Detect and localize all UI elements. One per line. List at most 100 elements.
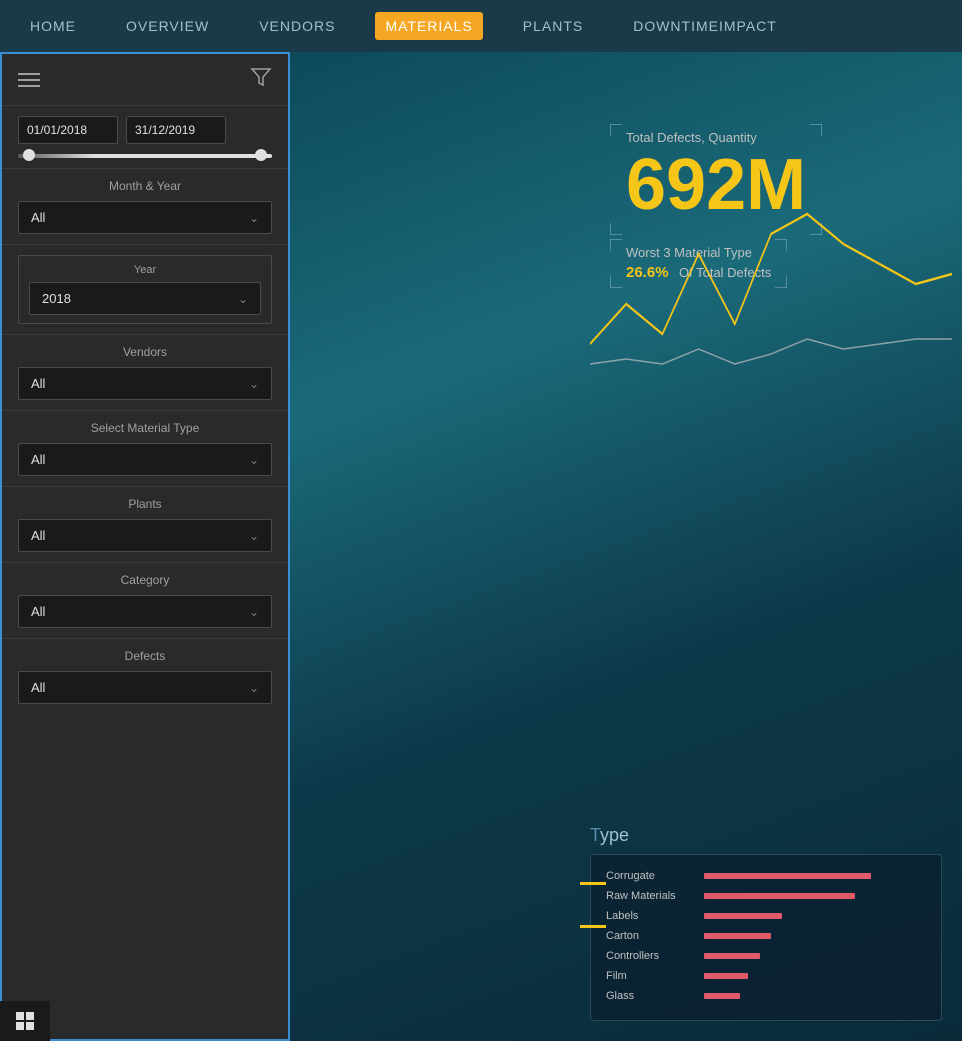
win-logo-q2 <box>26 1012 34 1020</box>
bar-track-labels <box>704 913 926 919</box>
bracket-tr <box>802 124 822 144</box>
main-content: Total Defects, Quantity 692M Worst 3 Mat… <box>580 104 962 1041</box>
filter-select-month-year[interactable]: All ⌄ <box>18 201 272 234</box>
chevron-vendors: ⌄ <box>249 377 259 391</box>
kpi-total-label: Total Defects, Quantity <box>626 130 806 145</box>
chevron-material: ⌄ <box>249 453 259 467</box>
bar-fill-raw <box>704 893 855 899</box>
chevron-plants: ⌄ <box>249 529 259 543</box>
filter-select-vendors[interactable]: All ⌄ <box>18 367 272 400</box>
hamburger-button[interactable] <box>18 73 40 87</box>
filter-label-month-year: Month & Year <box>18 179 272 193</box>
filter-value-material: All <box>31 452 45 467</box>
bar-fill-controllers <box>704 953 760 959</box>
filter-section-year: Year 2018 ⌄ <box>2 244 288 334</box>
filter-section-material: Select Material Type All ⌄ <box>2 410 288 486</box>
bar-row-carton: Carton <box>606 930 926 942</box>
windows-logo <box>16 1012 34 1030</box>
bar-chart-title: Type <box>590 825 942 846</box>
filter-value-defects: All <box>31 680 45 695</box>
filter-section-category: Category All ⌄ <box>2 562 288 638</box>
filter-inner-label-year: Year <box>29 264 261 276</box>
nav-vendors[interactable]: Vendors <box>249 12 345 40</box>
bar-fill-labels <box>704 913 782 919</box>
filter-select-category[interactable]: All ⌄ <box>18 595 272 628</box>
filter-label-plants: Plants <box>18 497 272 511</box>
line-chart <box>590 164 952 384</box>
filter-select-material[interactable]: All ⌄ <box>18 443 272 476</box>
bar-chart-container: Corrugate Raw Materials Labels <box>590 854 942 1021</box>
sidebar-header <box>2 54 288 106</box>
filter-section-defects: Defects All ⌄ <box>2 638 288 714</box>
filter-section-vendors: Vendors All ⌄ <box>2 334 288 410</box>
bar-row-labels: Labels <box>606 910 926 922</box>
bar-row-controllers: Controllers <box>606 950 926 962</box>
filter-label-defects: Defects <box>18 649 272 663</box>
bar-label-raw: Raw Materials <box>606 890 696 902</box>
bar-label-corrugate: Corrugate <box>606 870 696 882</box>
bar-rows-wrapper: Corrugate Raw Materials Labels <box>606 870 926 1002</box>
nav-overview[interactable]: Overview <box>116 12 219 40</box>
date-slider-container <box>2 154 288 168</box>
date-start-input[interactable] <box>18 116 118 144</box>
hamburger-line-1 <box>18 73 40 75</box>
bar-track-raw <box>704 893 926 899</box>
win-logo-q4 <box>26 1022 34 1030</box>
filter-label-material: Select Material Type <box>18 421 272 435</box>
line-chart-area <box>590 164 952 384</box>
date-range-section <box>2 106 288 154</box>
bar-label-carton: Carton <box>606 930 696 942</box>
hamburger-line-3 <box>18 85 40 87</box>
filter-label-vendors: Vendors <box>18 345 272 359</box>
nav-home[interactable]: Home <box>20 12 86 40</box>
win-logo-q1 <box>16 1012 24 1020</box>
filter-value-vendors: All <box>31 376 45 391</box>
chevron-category: ⌄ <box>249 605 259 619</box>
bar-track-controllers <box>704 953 926 959</box>
filter-value-plants: All <box>31 528 45 543</box>
bar-chart-section: Type Corrugate Raw Materials <box>590 825 942 1021</box>
bar-row-raw: Raw Materials <box>606 890 926 902</box>
filter-select-defects[interactable]: All ⌄ <box>18 671 272 704</box>
chevron-defects: ⌄ <box>249 681 259 695</box>
date-end-input[interactable] <box>126 116 226 144</box>
filter-label-category: Category <box>18 573 272 587</box>
bar-fill-glass <box>704 993 740 999</box>
bar-fill-film <box>704 973 748 979</box>
bar-track-glass <box>704 993 926 999</box>
hamburger-line-2 <box>18 79 40 81</box>
date-slider[interactable] <box>18 154 272 158</box>
bar-label-controllers: Controllers <box>606 950 696 962</box>
bar-track-carton <box>704 933 926 939</box>
bar-track-corrugate <box>704 873 926 879</box>
filter-value-month-year: All <box>31 210 45 225</box>
bar-track-film <box>704 973 926 979</box>
nav-downtime[interactable]: DowntimeImpact <box>623 12 787 40</box>
bar-title-ype: ype <box>600 825 629 845</box>
filter-value-category: All <box>31 604 45 619</box>
bar-label-labels: Labels <box>606 910 696 922</box>
bracket-tl <box>610 124 630 144</box>
bar-row-corrugate: Corrugate <box>606 870 926 882</box>
filter-select-year[interactable]: 2018 ⌄ <box>29 282 261 315</box>
main-background: Total Defects, Quantity 692M Worst 3 Mat… <box>290 52 962 1041</box>
filter-value-year: 2018 <box>42 291 71 306</box>
chevron-year: ⌄ <box>238 292 248 306</box>
windows-start-button[interactable] <box>0 1001 50 1041</box>
bar-label-glass: Glass <box>606 990 696 1002</box>
bar-row-film: Film <box>606 970 926 982</box>
bar-fill-corrugate <box>704 873 871 879</box>
bar-title-prefix: T <box>590 825 600 845</box>
filter-section-month-year: Month & Year All ⌄ <box>2 168 288 244</box>
filter-icon[interactable] <box>250 66 272 93</box>
filter-select-plants[interactable]: All ⌄ <box>18 519 272 552</box>
bar-label-film: Film <box>606 970 696 982</box>
yellow-marker-1 <box>580 882 606 885</box>
nav-materials[interactable]: Materials <box>375 12 482 40</box>
navbar: Home Overview Vendors Materials Plants D… <box>0 0 962 52</box>
sidebar-panel: Month & Year All ⌄ Year 2018 ⌄ Vendors A… <box>0 52 290 1041</box>
bar-fill-carton <box>704 933 771 939</box>
filter-box-year: Year 2018 ⌄ <box>18 255 272 324</box>
filter-svg <box>250 66 272 88</box>
nav-plants[interactable]: Plants <box>513 12 593 40</box>
